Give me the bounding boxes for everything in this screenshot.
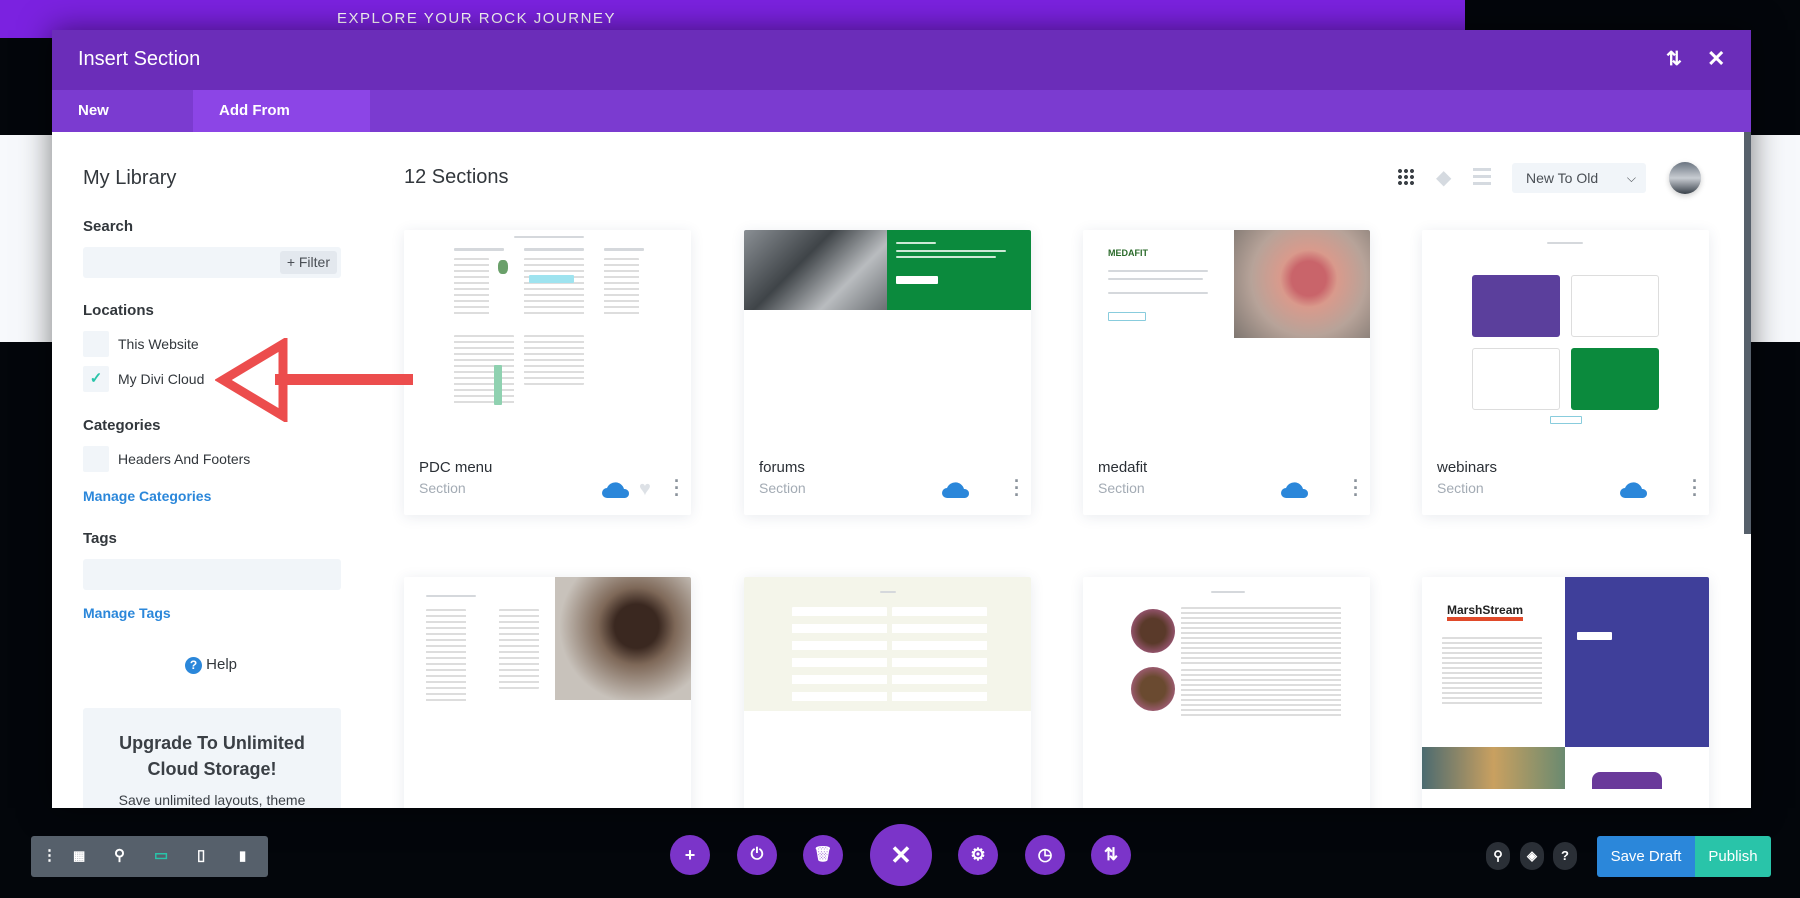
manage-tags-link[interactable]: Manage Tags xyxy=(83,605,171,621)
library-card[interactable]: MarshStream xyxy=(1422,577,1709,808)
sidebar-heading: My Library xyxy=(83,167,177,189)
history-clock-icon[interactable]: ◷ xyxy=(1025,835,1065,875)
card-thumbnail xyxy=(404,577,691,789)
card-type: Section xyxy=(1437,480,1484,496)
checkbox-this-website[interactable] xyxy=(83,331,109,357)
favorite-heart-icon[interactable]: ♥ xyxy=(639,479,651,499)
desktop-icon[interactable]: ▭ xyxy=(154,846,168,864)
library-card-webinars[interactable]: webinars Section · · · xyxy=(1422,230,1709,515)
upgrade-box: Upgrade To Unlimited Cloud Storage! Save… xyxy=(83,708,341,808)
trash-icon[interactable]: 🗑 xyxy=(803,835,843,875)
card-title: webinars xyxy=(1437,459,1498,476)
power-icon[interactable]: ⏻ xyxy=(737,835,777,875)
page-content-right xyxy=(1745,135,1800,342)
card-thumbnail xyxy=(1422,230,1709,442)
help-icon: ? xyxy=(185,657,202,674)
card-type: Section xyxy=(1098,480,1145,496)
card-thumbnail: MarshStream xyxy=(1422,577,1709,789)
filter-button[interactable]: + Filter xyxy=(279,251,337,274)
more-options-icon[interactable]: · · · xyxy=(674,472,680,504)
page-content-left xyxy=(0,135,60,342)
wireframe-icon[interactable]: ▦ xyxy=(73,848,85,864)
marshstream-logo: MarshStream xyxy=(1447,603,1524,621)
card-thumbnail: MEDAFIT xyxy=(1083,230,1370,442)
tags-input[interactable] xyxy=(83,559,341,590)
settings-gear-icon[interactable]: ⚙ xyxy=(958,835,998,875)
publish-button[interactable]: Publish xyxy=(1695,836,1771,877)
cloud-icon[interactable] xyxy=(1620,480,1648,498)
more-options-icon[interactable]: ⋮ xyxy=(42,846,57,864)
help-button[interactable]: ? Help xyxy=(185,656,237,674)
sort-select[interactable]: New To Old ⌵ xyxy=(1512,163,1646,193)
card-type: Section xyxy=(419,480,466,496)
user-avatar[interactable] xyxy=(1669,162,1701,194)
search-input[interactable]: + Filter xyxy=(83,247,341,278)
card-thumbnail xyxy=(1083,577,1370,789)
checkbox-my-divi-cloud[interactable]: ✓ xyxy=(83,366,109,392)
location-my-divi-cloud[interactable]: My Divi Cloud xyxy=(118,371,204,387)
card-title: forums xyxy=(759,459,805,476)
cloud-icon[interactable] xyxy=(602,480,630,498)
library-card[interactable] xyxy=(744,577,1031,808)
medafit-logo: MEDAFIT xyxy=(1108,248,1148,258)
phone-icon[interactable]: ▮ xyxy=(239,848,246,864)
view-mode-toolbar: ⋮ ▦ ⚲ ▭ ▯ ▮ xyxy=(31,836,268,877)
sort-arrows-icon[interactable]: ⇅ xyxy=(1666,48,1682,71)
search-icon[interactable]: ⚲ xyxy=(1486,842,1510,870)
category-headers-and-footers[interactable]: Headers And Footers xyxy=(118,451,250,467)
more-options-icon[interactable]: · · · xyxy=(1692,472,1698,504)
cloud-icon[interactable] xyxy=(942,480,970,498)
locations-label: Locations xyxy=(83,302,154,319)
card-thumbnail xyxy=(404,230,691,442)
zoom-icon[interactable]: ⚲ xyxy=(114,846,125,864)
categories-label: Categories xyxy=(83,417,161,434)
help-icon[interactable]: ? xyxy=(1553,842,1577,870)
checkbox-headers-and-footers[interactable] xyxy=(83,446,109,472)
card-title: PDC menu xyxy=(419,459,493,476)
more-options-icon[interactable]: · · · xyxy=(1014,472,1020,504)
portability-icon[interactable]: ⇅ xyxy=(1091,835,1131,875)
more-options-icon[interactable]: · · · xyxy=(1353,472,1359,504)
card-type: Section xyxy=(759,480,806,496)
add-button[interactable]: + xyxy=(670,835,710,875)
card-thumbnail xyxy=(744,577,1031,711)
cloud-icon[interactable] xyxy=(1281,480,1309,498)
list-view-icon[interactable] xyxy=(1473,168,1491,185)
close-builder-button[interactable]: ✕ xyxy=(870,824,932,886)
card-thumbnail xyxy=(744,230,1031,442)
chevron-down-icon: ⌵ xyxy=(1626,171,1636,185)
library-card[interactable] xyxy=(404,577,691,808)
layers-icon[interactable]: ◈ xyxy=(1520,842,1544,870)
library-card-medafit[interactable]: MEDAFIT medafit Section · · · xyxy=(1083,230,1370,515)
search-label: Search xyxy=(83,218,134,235)
library-card-forums[interactable]: forums Section · · · xyxy=(744,230,1031,515)
library-card-pdc-menu[interactable]: PDC menu Section ♥ · · · xyxy=(404,230,691,515)
banner-text: EXPLORE YOUR ROCK JOURNEY xyxy=(337,10,616,27)
sort-value: New To Old xyxy=(1526,170,1599,186)
tags-label: Tags xyxy=(83,530,117,547)
annotation-arrow-icon xyxy=(215,338,413,422)
upgrade-text: Save unlimited layouts, theme xyxy=(118,792,306,808)
tag-icon[interactable]: ◆ xyxy=(1436,165,1451,190)
scrollbar[interactable] xyxy=(1744,132,1751,534)
upgrade-title: Upgrade To Unlimited Cloud Storage! xyxy=(119,733,305,779)
tablet-icon[interactable]: ▯ xyxy=(197,846,205,864)
location-this-website[interactable]: This Website xyxy=(118,336,199,352)
check-icon: ✓ xyxy=(89,370,103,387)
help-label: Help xyxy=(206,656,238,673)
sections-count: 12 Sections xyxy=(404,166,509,188)
save-draft-button[interactable]: Save Draft xyxy=(1597,836,1695,877)
close-icon[interactable]: ✕ xyxy=(1707,46,1725,72)
grid-view-icon[interactable] xyxy=(1397,168,1414,185)
card-title: medafit xyxy=(1098,459,1148,476)
manage-categories-link[interactable]: Manage Categories xyxy=(83,488,211,504)
library-card[interactable] xyxy=(1083,577,1370,808)
